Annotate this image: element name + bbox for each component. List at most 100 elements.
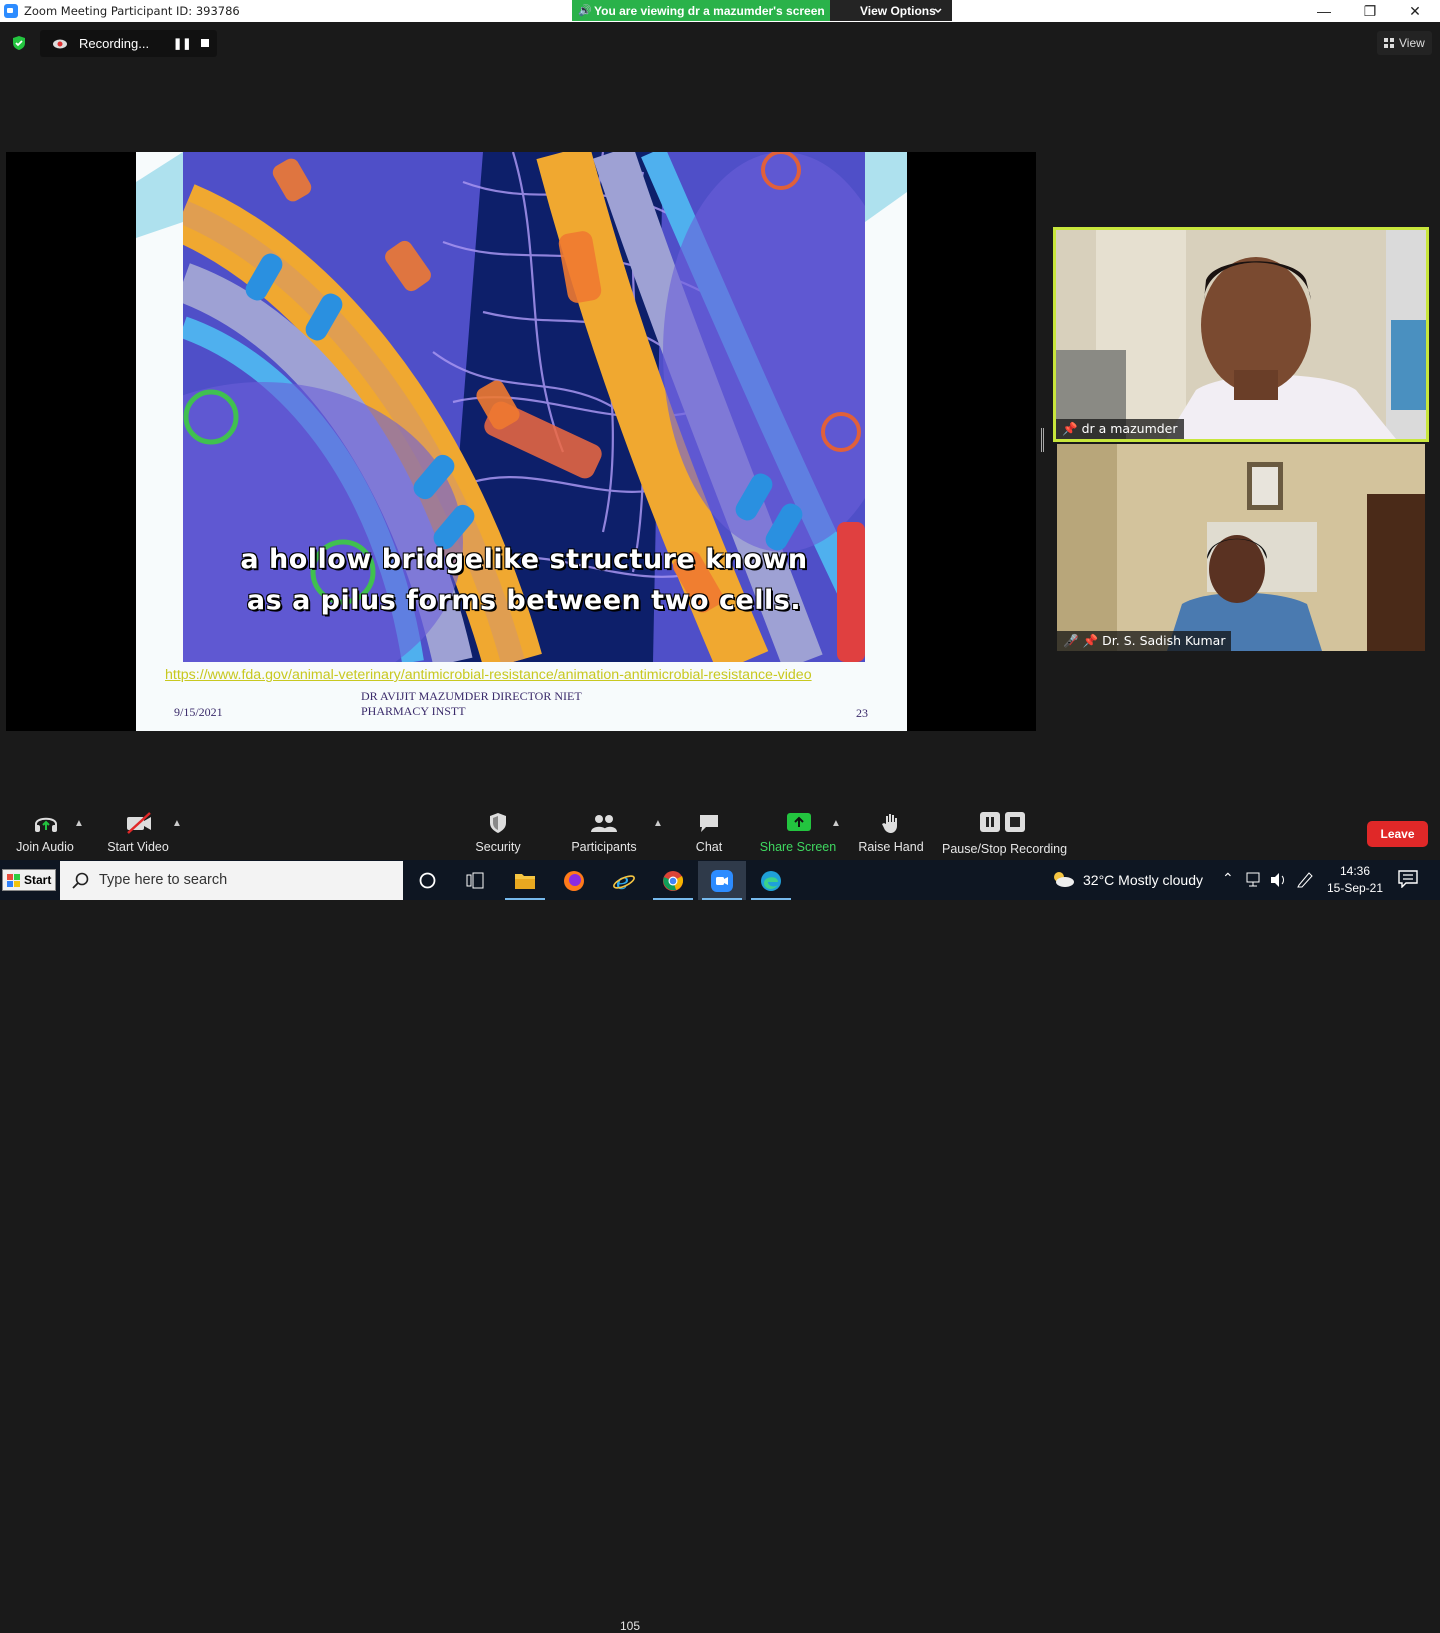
minimize-button[interactable]: — — [1301, 0, 1347, 22]
presentation-slide: a hollow bridgelike structure known as a… — [136, 152, 907, 731]
video-caption-line-1: a hollow bridgelike structure known — [240, 544, 808, 575]
share-screen-label: Share Screen — [759, 840, 837, 854]
raise-hand-label: Raise Hand — [858, 840, 924, 854]
show-hidden-icons-icon[interactable]: ⌃ — [1222, 870, 1234, 887]
slide-author: DR AVIJIT MAZUMDER DIRECTOR NIET PHARMAC… — [361, 689, 582, 719]
stop-recording-icon[interactable] — [201, 39, 209, 47]
pause-stop-recording-button[interactable]: Pause/Stop Recording — [942, 804, 1068, 860]
pause-stop-recording-label: Pause/Stop Recording — [942, 842, 1068, 856]
clock-date: 15-Sep-21 — [1326, 881, 1384, 895]
participant-name: dr a mazumder — [1081, 421, 1178, 436]
close-button[interactable]: ✕ — [1392, 0, 1438, 22]
network-icon[interactable] — [1246, 872, 1264, 888]
taskbar-internet-explorer[interactable]: e — [600, 861, 648, 900]
participant-tile[interactable]: 🎤̸ 📌 Dr. S. Sadish Kumar — [1057, 444, 1425, 651]
slide-date: 9/15/2021 — [174, 705, 223, 719]
maximize-button[interactable]: ❐ — [1347, 0, 1393, 22]
leave-meeting-button[interactable]: Leave — [1367, 821, 1428, 847]
viewing-banner-text: You are viewing dr a mazumder's screen — [594, 4, 825, 18]
participant-video-feed — [1056, 230, 1426, 439]
window-title: Zoom Meeting Participant ID: 393786 — [24, 4, 240, 18]
video-options-caret-icon[interactable]: ▲ — [172, 818, 182, 829]
start-video-label: Start Video — [107, 840, 169, 854]
participants-options-caret-icon[interactable]: ▲ — [653, 818, 663, 829]
viewing-screen-banner: 🔊 You are viewing dr a mazumder's screen — [572, 0, 830, 21]
internet-explorer-icon: e — [613, 870, 635, 892]
search-icon — [72, 872, 89, 889]
firefox-icon — [564, 871, 584, 891]
recording-indicator: Recording... ❚❚ — [40, 30, 217, 57]
cloud-recording-icon — [53, 39, 67, 49]
video-caption-line-2: as a pilus forms between two cells. — [246, 585, 802, 616]
chat-label: Chat — [695, 840, 723, 854]
action-center-icon[interactable] — [1398, 870, 1418, 888]
encryption-shield-icon[interactable] — [11, 35, 27, 51]
taskbar-cortana[interactable] — [403, 861, 451, 900]
taskbar-task-view[interactable] — [451, 861, 499, 900]
taskbar-edge[interactable] — [747, 861, 795, 900]
taskbar-zoom[interactable] — [698, 861, 746, 900]
view-options-button[interactable]: View Options — [830, 0, 952, 21]
weather-text[interactable]: 32°C Mostly cloudy — [1083, 872, 1203, 888]
join-audio-label: Join Audio — [16, 840, 74, 854]
folder-icon — [515, 874, 535, 889]
slide-author-line-2: PHARMACY INSTT — [361, 704, 466, 718]
source-url-link[interactable]: https://www.fda.gov/animal-veterinary/an… — [165, 667, 812, 683]
pin-icon: 📌 — [1082, 633, 1099, 648]
windows-logo-icon — [7, 874, 20, 887]
zoom-app-icon — [4, 4, 18, 18]
chevron-down-icon — [934, 8, 942, 14]
participants-button[interactable]: Participants — [569, 804, 639, 860]
security-shield-icon — [490, 813, 506, 833]
taskbar-search-box[interactable]: Type here to search — [60, 861, 403, 900]
slide-author-line-1: DR AVIJIT MAZUMDER DIRECTOR NIET — [361, 689, 582, 703]
share-screen-icon — [787, 813, 811, 831]
start-video-button[interactable]: Start Video — [103, 804, 173, 860]
edge-icon — [761, 871, 781, 891]
panel-resize-handle[interactable] — [1041, 428, 1044, 452]
raise-hand-button[interactable]: Raise Hand — [856, 804, 926, 860]
pin-icon: 📌 — [1062, 421, 1078, 436]
participants-count: 105 — [620, 1619, 641, 1633]
security-label: Security — [475, 840, 521, 854]
shared-screen: a hollow bridgelike structure known as a… — [6, 152, 1036, 731]
pause-recording-icon[interactable]: ❚❚ — [173, 37, 191, 50]
participants-label: Participants — [571, 840, 637, 854]
taskbar-chrome[interactable] — [649, 861, 697, 900]
participant-name-tag: 📌 dr a mazumder — [1056, 419, 1184, 439]
participant-name: Dr. S. Sadish Kumar — [1102, 633, 1226, 648]
start-button[interactable]: Start — [2, 869, 56, 891]
video-off-icon — [127, 812, 151, 834]
participant-video-feed — [1057, 444, 1425, 651]
title-bar: Zoom Meeting Participant ID: 393786 🔊 Yo… — [0, 0, 1440, 22]
meeting-controls-toolbar: Join Audio ▲ Start Video ▲ Security Part… — [0, 804, 1440, 1633]
headphones-icon — [35, 817, 57, 832]
pen-workspace-icon[interactable] — [1296, 870, 1314, 888]
recording-label: Recording... — [79, 36, 150, 51]
clock-time: 14:36 — [1339, 864, 1371, 878]
security-button[interactable]: Security — [468, 804, 528, 860]
view-label: View — [1399, 36, 1425, 50]
share-screen-button[interactable]: Share Screen — [758, 804, 838, 860]
cortana-circle-icon — [419, 872, 436, 889]
participant-tile-active-speaker[interactable]: 📌 dr a mazumder — [1053, 227, 1429, 442]
taskbar-file-explorer[interactable] — [501, 861, 549, 900]
view-options-label: View Options — [860, 4, 936, 18]
search-placeholder: Type here to search — [99, 872, 228, 888]
zoom-icon — [711, 870, 733, 892]
join-audio-button[interactable]: Join Audio — [10, 804, 80, 860]
share-options-caret-icon[interactable]: ▲ — [831, 818, 841, 829]
participants-icon — [591, 815, 617, 832]
view-layout-button[interactable]: View — [1377, 31, 1432, 55]
audio-options-caret-icon[interactable]: ▲ — [74, 818, 84, 829]
animation-video-frame: a hollow bridgelike structure known as a… — [183, 152, 865, 662]
chat-button[interactable]: Chat — [689, 804, 729, 860]
raise-hand-icon — [882, 814, 897, 833]
system-clock[interactable]: 14:36 15-Sep-21 — [1324, 863, 1386, 897]
volume-icon[interactable] — [1270, 872, 1288, 888]
taskbar-firefox[interactable] — [550, 861, 598, 900]
speaker-icon: 🔊 — [578, 5, 592, 17]
weather-cloud-icon — [1054, 872, 1074, 887]
start-label: Start — [24, 873, 52, 887]
grid-view-icon — [1384, 38, 1394, 48]
